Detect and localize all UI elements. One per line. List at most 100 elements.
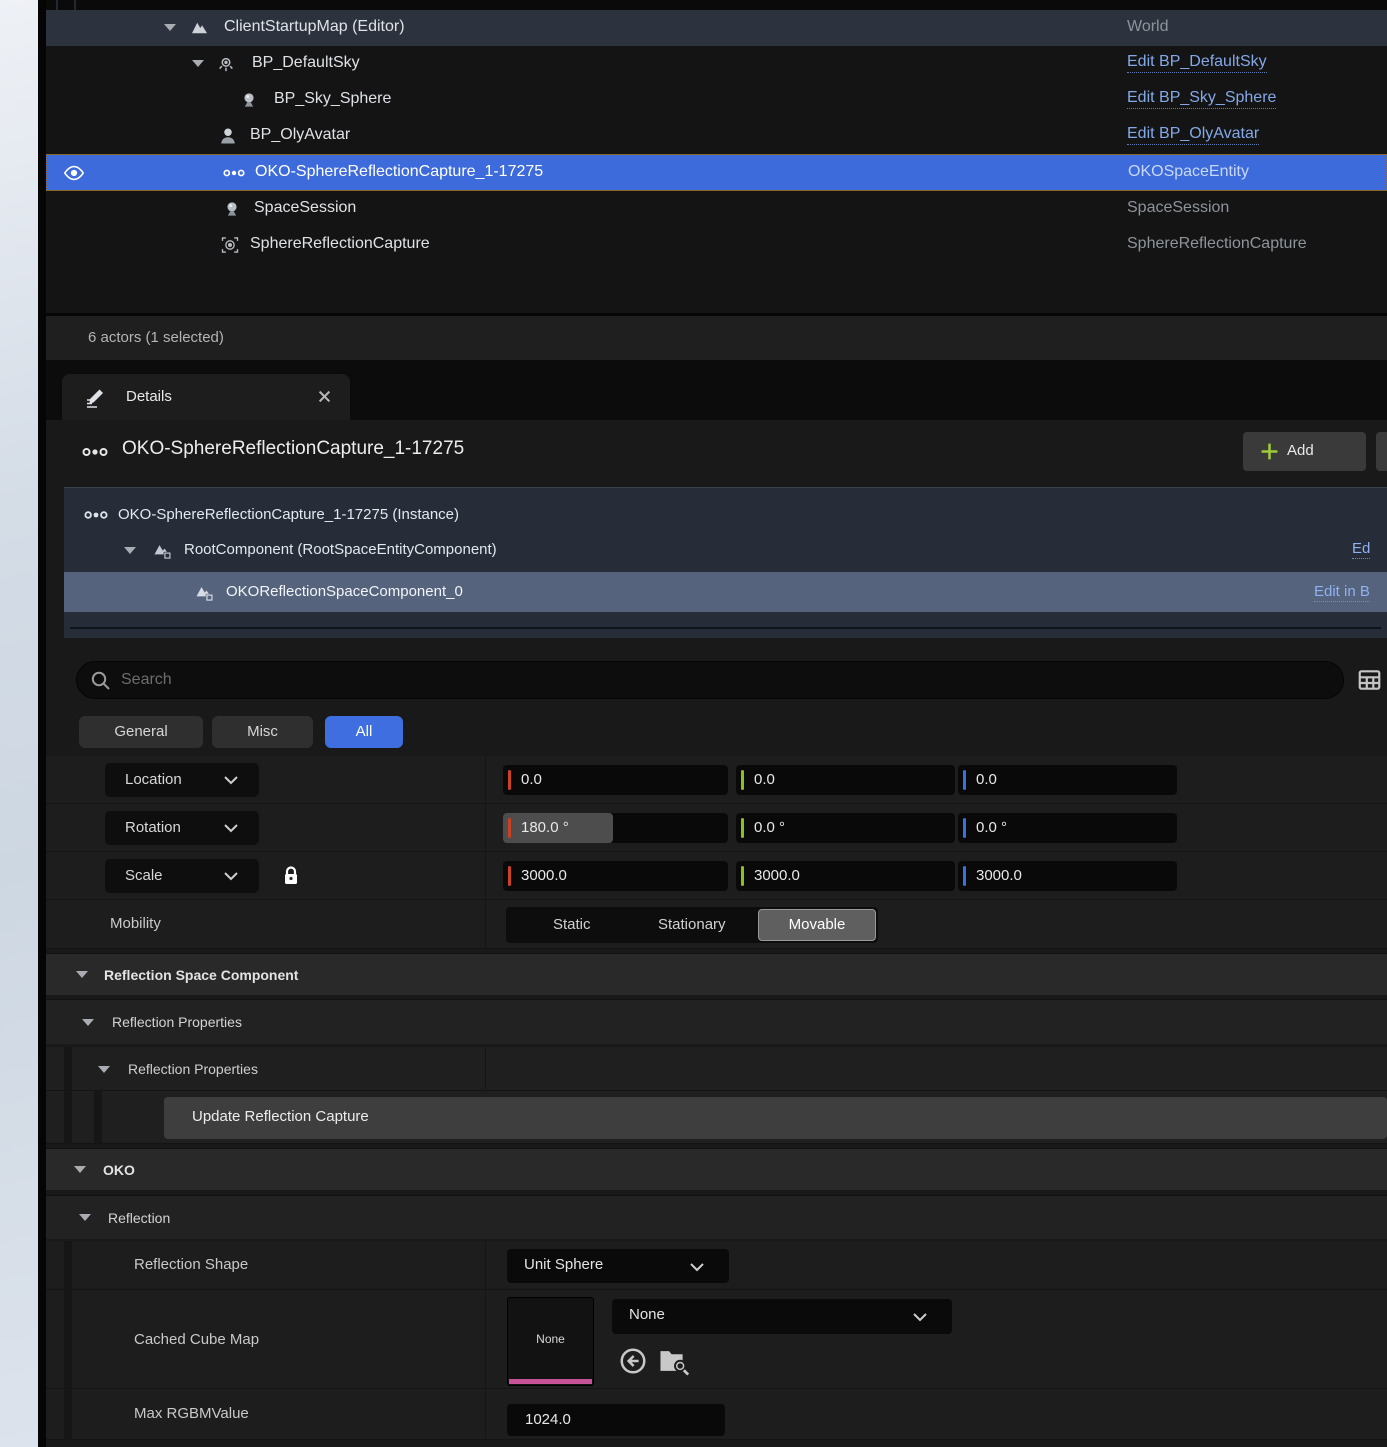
outliner-row-label: OKO-SphereReflectionCapture_1-17275 bbox=[255, 163, 543, 181]
section-label: Reflection bbox=[108, 1210, 170, 1226]
close-icon[interactable] bbox=[318, 390, 331, 403]
outliner-row-level[interactable]: ClientStartupMap (Editor) World bbox=[46, 10, 1387, 46]
location-y-value: 0.0 bbox=[754, 771, 775, 788]
rotation-x-field[interactable]: 180.0 ° bbox=[503, 813, 728, 843]
rotation-y-field[interactable]: 0.0 ° bbox=[736, 813, 955, 843]
scale-dropdown[interactable]: Scale bbox=[105, 859, 259, 893]
expander-icon[interactable] bbox=[79, 1214, 91, 1221]
property-row-location: Location 0.0 0.0 0.0 bbox=[46, 756, 1387, 804]
expander-icon[interactable] bbox=[76, 971, 88, 978]
outliner-row-actor[interactable]: SphereReflectionCapture SphereReflection… bbox=[46, 227, 1387, 263]
reflection-shape-label: Reflection Shape bbox=[134, 1256, 248, 1273]
location-y-field[interactable]: 0.0 bbox=[736, 765, 955, 795]
search-placeholder: Search bbox=[121, 671, 172, 689]
search-input[interactable]: Search bbox=[76, 661, 1344, 699]
outliner-row-label: BP_Sky_Sphere bbox=[274, 90, 391, 108]
edit-blueprint-link[interactable]: Edit BP_Sky_Sphere bbox=[1127, 89, 1276, 109]
asset-thumbnail[interactable]: None bbox=[507, 1297, 594, 1386]
unreal-editor-panel: ClientStartupMap (Editor) World BP_Defau… bbox=[0, 0, 1387, 1447]
filter-misc[interactable]: Misc bbox=[212, 716, 313, 748]
outliner-row-actor[interactable]: SpaceSession SpaceSession bbox=[46, 191, 1387, 227]
capture-icon bbox=[220, 235, 240, 255]
expander-icon[interactable] bbox=[98, 1066, 110, 1073]
tab-details[interactable]: Details bbox=[62, 374, 350, 420]
section-label: Reflection Properties bbox=[128, 1061, 258, 1077]
location-x-field[interactable]: 0.0 bbox=[503, 765, 728, 795]
rotation-dropdown[interactable]: Rotation bbox=[105, 811, 259, 845]
axis-x-bar bbox=[508, 770, 511, 790]
section-label: Reflection Properties bbox=[112, 1014, 242, 1030]
mobility-stationary[interactable]: Stationary bbox=[658, 916, 726, 933]
rotation-x-value: 180.0 ° bbox=[521, 819, 569, 836]
indent-rail bbox=[94, 1091, 102, 1143]
component-row-selected[interactable]: OKOReflectionSpaceComponent_0 Edit in B bbox=[64, 572, 1387, 612]
reflection-shape-value: Unit Sphere bbox=[524, 1256, 603, 1273]
section-oko[interactable]: OKO bbox=[46, 1148, 1387, 1190]
location-x-value: 0.0 bbox=[521, 771, 542, 788]
details-panel: OKO-SphereReflectionCapture_1-17275 Add … bbox=[46, 420, 1387, 1447]
location-z-field[interactable]: 0.0 bbox=[958, 765, 1177, 795]
rotation-z-field[interactable]: 0.0 ° bbox=[958, 813, 1177, 843]
update-reflection-capture-button[interactable]: Update Reflection Capture bbox=[164, 1097, 1387, 1139]
rotation-y-value: 0.0 ° bbox=[754, 819, 785, 836]
partial-button[interactable] bbox=[1376, 432, 1387, 471]
use-selected-asset-icon[interactable] bbox=[618, 1346, 648, 1376]
section-reflection-properties-inner[interactable]: Reflection Properties bbox=[46, 1047, 1387, 1091]
add-component-button[interactable]: Add bbox=[1243, 432, 1366, 471]
location-dropdown[interactable]: Location bbox=[105, 763, 259, 797]
expander-icon[interactable] bbox=[82, 1019, 94, 1026]
max-rgbm-label: Max RGBMValue bbox=[134, 1405, 249, 1422]
location-label: Location bbox=[125, 771, 182, 788]
outliner-row-actor[interactable]: BP_DefaultSky Edit BP_DefaultSky bbox=[46, 46, 1387, 82]
section-reflection-space-component[interactable]: Reflection Space Component bbox=[46, 953, 1387, 995]
edit-in-blueprint-link[interactable]: Ed bbox=[1352, 540, 1370, 559]
expander-icon[interactable] bbox=[164, 24, 176, 31]
outliner-row-actor[interactable]: BP_Sky_Sphere Edit BP_Sky_Sphere bbox=[46, 82, 1387, 118]
mobility-movable-selected[interactable]: Movable bbox=[758, 909, 876, 941]
expander-icon[interactable] bbox=[74, 1166, 86, 1173]
visibility-eye-icon[interactable] bbox=[63, 164, 85, 182]
component-row-instance[interactable]: OKO-SphereReflectionCapture_1-17275 (Ins… bbox=[64, 498, 1387, 532]
max-rgbm-field[interactable]: 1024.0 bbox=[507, 1404, 725, 1436]
component-row-root[interactable]: RootComponent (RootSpaceEntityComponent)… bbox=[64, 532, 1387, 568]
chevron-down-icon bbox=[223, 774, 239, 786]
component-label: OKO-SphereReflectionCapture_1-17275 (Ins… bbox=[118, 506, 459, 523]
asset-type-color-bar bbox=[509, 1379, 592, 1384]
outliner-row-type: World bbox=[1127, 18, 1169, 36]
scale-x-field[interactable]: 3000.0 bbox=[503, 861, 728, 891]
view-options-grid-icon[interactable] bbox=[1356, 667, 1383, 693]
filter-all[interactable]: All bbox=[325, 716, 403, 748]
section-reflection-properties[interactable]: Reflection Properties bbox=[46, 999, 1387, 1044]
column-divider bbox=[74, 0, 76, 10]
axis-y-bar bbox=[741, 866, 744, 886]
mobility-static[interactable]: Static bbox=[553, 916, 591, 933]
expander-icon[interactable] bbox=[192, 60, 204, 67]
outliner-row-type: OKOSpaceEntity bbox=[1128, 163, 1249, 181]
expander-icon[interactable] bbox=[124, 547, 136, 554]
outliner-row-selected[interactable]: OKO-SphereReflectionCapture_1-17275 OKOS… bbox=[46, 154, 1387, 191]
mobility-label: Mobility bbox=[110, 915, 161, 932]
scale-y-field[interactable]: 3000.0 bbox=[736, 861, 955, 891]
row-update-reflection-capture: Update Reflection Capture bbox=[46, 1091, 1387, 1144]
edit-blueprint-link[interactable]: Edit BP_OlyAvatar bbox=[1127, 125, 1259, 145]
update-button-label: Update Reflection Capture bbox=[192, 1108, 369, 1125]
browse-to-asset-icon[interactable] bbox=[658, 1346, 690, 1376]
axis-y-bar bbox=[741, 770, 744, 790]
filter-general[interactable]: General bbox=[79, 716, 203, 748]
outliner-row-label: SpaceSession bbox=[254, 199, 356, 217]
axis-z-bar bbox=[963, 818, 966, 838]
reflection-shape-dropdown[interactable]: Unit Sphere bbox=[507, 1249, 729, 1283]
edit-in-blueprint-link[interactable]: Edit in B bbox=[1314, 583, 1370, 602]
scale-z-field[interactable]: 3000.0 bbox=[958, 861, 1177, 891]
section-reflection[interactable]: Reflection bbox=[46, 1195, 1387, 1239]
outliner-row-actor[interactable]: BP_OlyAvatar Edit BP_OlyAvatar bbox=[46, 118, 1387, 154]
scale-lock-icon[interactable] bbox=[282, 865, 300, 887]
chevron-down-icon bbox=[689, 1261, 705, 1273]
edit-blueprint-link[interactable]: Edit BP_DefaultSky bbox=[1127, 53, 1267, 73]
cached-cube-map-dropdown[interactable]: None bbox=[612, 1299, 952, 1334]
divider bbox=[70, 627, 1381, 629]
tab-label: Details bbox=[126, 388, 172, 405]
indent-rail bbox=[64, 1091, 72, 1143]
outliner-row-type: SphereReflectionCapture bbox=[1127, 235, 1307, 253]
desktop-background bbox=[0, 0, 38, 1447]
